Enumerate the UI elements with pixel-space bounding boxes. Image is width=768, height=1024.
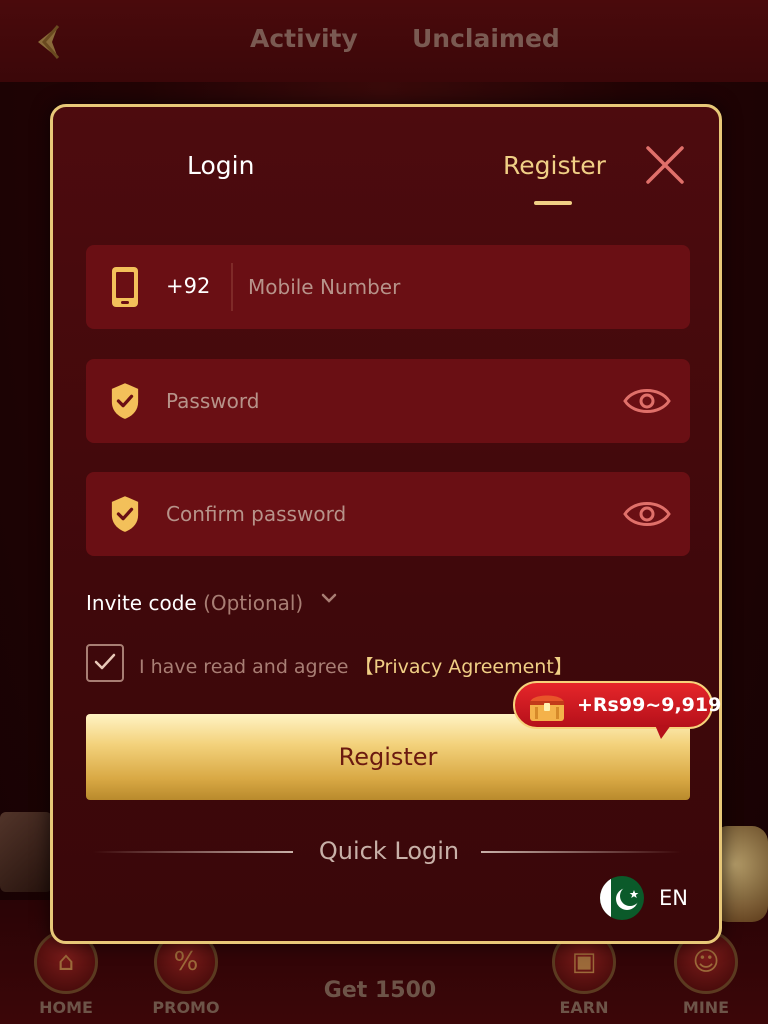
nav-home[interactable]: ⌂ HOME	[16, 930, 116, 1024]
confirm-password-field[interactable]	[86, 472, 690, 556]
divider	[481, 851, 681, 853]
agreement-label: I have read and agree	[139, 656, 349, 678]
tab-login[interactable]: Login	[187, 151, 254, 180]
nav-earn-label: EARN	[559, 998, 609, 1017]
nav-promo[interactable]: % PROMO	[136, 930, 236, 1024]
shield-check-icon	[111, 383, 139, 419]
nav-home-label: HOME	[39, 998, 93, 1017]
nav-mine-label: MINE	[682, 998, 730, 1017]
confirm-password-input[interactable]	[166, 498, 606, 530]
agreement-checkbox[interactable]	[86, 644, 124, 682]
tab-activity[interactable]: Activity	[250, 24, 358, 53]
divider	[231, 263, 233, 311]
decorative-image	[0, 812, 52, 892]
mobile-number-input[interactable]	[248, 271, 648, 303]
nav-get-bonus[interactable]: Get 1500	[300, 978, 460, 1003]
country-code[interactable]: +92	[166, 274, 210, 298]
password-field[interactable]	[86, 359, 690, 443]
back-arrow-icon[interactable]	[28, 20, 72, 64]
reward-badge: +Rs99~9,919	[513, 681, 721, 739]
pakistan-flag-icon[interactable]	[599, 875, 645, 921]
nav-earn[interactable]: ▣ EARN	[534, 930, 634, 1024]
phone-field[interactable]: +92	[86, 245, 690, 329]
treasure-chest-icon	[530, 695, 564, 721]
nav-mine[interactable]: ☺ MINE	[656, 930, 756, 1024]
invite-code-label: Invite code	[86, 591, 197, 615]
top-bar: Activity Unclaimed	[0, 0, 768, 82]
auth-modal: Login Register +92 Mobile Number Invite …	[50, 104, 722, 944]
tab-unclaimed[interactable]: Unclaimed	[412, 24, 560, 53]
agreement-text: I have read and agree 【Privacy Agreement…	[139, 652, 573, 679]
nav-promo-label: PROMO	[152, 998, 220, 1017]
phone-icon	[112, 267, 138, 307]
privacy-agreement-link[interactable]: 【Privacy Agreement】	[354, 656, 572, 678]
reward-text: +Rs99~9,919	[577, 694, 722, 716]
checkmark-icon	[94, 653, 116, 670]
chevron-down-icon[interactable]	[319, 591, 339, 607]
eye-icon[interactable]	[622, 383, 672, 419]
shield-check-icon	[111, 496, 139, 532]
language-code[interactable]: EN	[659, 886, 688, 910]
invite-code-optional: (Optional)	[203, 591, 304, 615]
tab-register[interactable]: Register	[503, 151, 606, 180]
badge-tail	[655, 725, 671, 739]
active-tab-indicator	[534, 201, 572, 205]
invite-code-toggle[interactable]: Invite code (Optional)	[86, 591, 303, 615]
eye-icon[interactable]	[622, 496, 672, 532]
close-icon[interactable]	[643, 143, 687, 187]
password-input[interactable]	[166, 385, 606, 417]
